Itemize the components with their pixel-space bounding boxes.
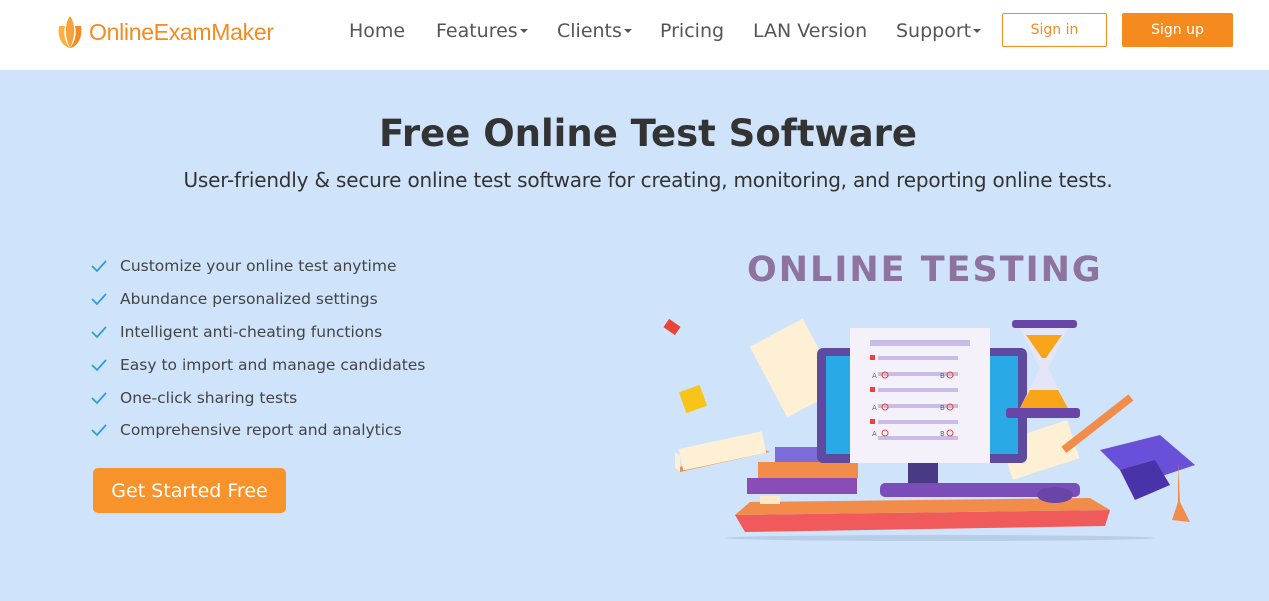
page-subtitle: User-friendly & secure online test softw… (183, 168, 1113, 192)
answer-option-label: A (872, 404, 877, 412)
feature-list: Customize your online test anytime Abund… (88, 250, 425, 447)
answer-option-label: B (940, 372, 945, 380)
top-navbar: OnlineExamMaker Home Features Clients Pr… (0, 0, 1269, 70)
nav-item-lan-version[interactable]: LAN Version (753, 20, 867, 42)
leaf-logo-icon (58, 16, 82, 48)
sign-up-button[interactable]: Sign up (1122, 13, 1233, 47)
caret-down-icon (973, 28, 982, 33)
nav-item-home[interactable]: Home (349, 20, 405, 42)
nav-item-label: LAN Version (753, 20, 868, 42)
feature-item: Customize your online test anytime (88, 250, 425, 283)
feature-item: Intelligent anti-cheating functions (88, 316, 425, 349)
checkmark-icon (91, 424, 107, 437)
feature-text: Comprehensive report and analytics (120, 421, 402, 440)
checkmark-icon (91, 359, 107, 372)
feature-text: Intelligent anti-cheating functions (120, 322, 383, 341)
caret-down-icon (519, 28, 528, 33)
nav-item-label: Features (436, 20, 518, 42)
feature-text: One-click sharing tests (120, 388, 298, 407)
nav-item-label: Home (349, 20, 406, 42)
feature-item: Comprehensive report and analytics (88, 414, 425, 447)
nav-item-pricing[interactable]: Pricing (660, 20, 724, 42)
nav-item-label: Clients (557, 20, 622, 42)
nav-item-label: Support (896, 20, 972, 42)
feature-text: Customize your online test anytime (120, 257, 397, 276)
online-testing-illustration: A B A B A B ONLINE TESTING (650, 240, 1230, 560)
feature-text: Easy to import and manage candidates (120, 355, 426, 374)
nav-item-features[interactable]: Features (436, 20, 528, 42)
nav-item-support[interactable]: Support (896, 20, 982, 42)
checkmark-icon (91, 260, 107, 273)
answer-option-label: A (872, 372, 877, 380)
checkmark-icon (91, 293, 107, 306)
answer-option-label: A (872, 430, 877, 438)
caret-down-icon (623, 28, 632, 33)
feature-item: Abundance personalized settings (88, 283, 425, 316)
feature-item: One-click sharing tests (88, 381, 425, 414)
get-started-button[interactable]: Get Started Free (93, 468, 286, 513)
nav-item-label: Pricing (660, 20, 725, 42)
checkmark-icon (91, 326, 107, 339)
checkmark-icon (91, 391, 107, 404)
nav-item-clients[interactable]: Clients (557, 20, 632, 42)
brand-logo[interactable]: OnlineExamMaker (55, 14, 274, 50)
page-title: Free Online Test Software (378, 112, 918, 155)
answer-option-label: B (940, 404, 945, 412)
brand-name: OnlineExamMaker (89, 18, 274, 45)
sign-in-button[interactable]: Sign in (1002, 13, 1107, 47)
illustration-heading: ONLINE TESTING (747, 250, 1103, 290)
feature-text: Abundance personalized settings (120, 290, 378, 309)
answer-option-label: B (940, 430, 945, 438)
feature-item: Easy to import and manage candidates (88, 348, 425, 381)
